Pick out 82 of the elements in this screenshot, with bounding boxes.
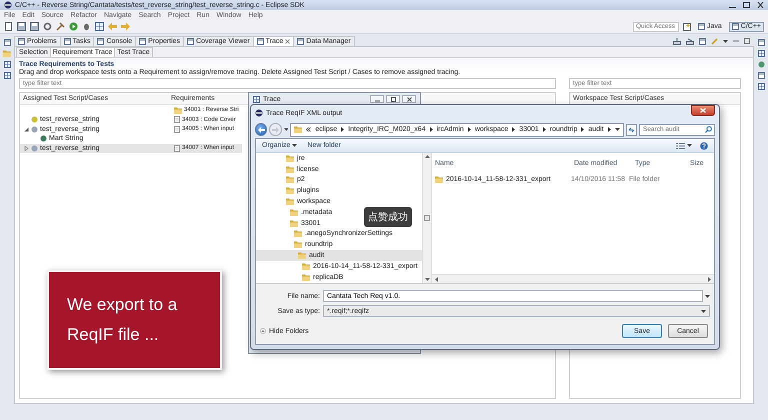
help-icon[interactable] <box>700 142 708 150</box>
import-icon[interactable] <box>686 38 694 44</box>
restore-icon <box>758 39 764 46</box>
circle-icon <box>758 61 764 68</box>
like-toast: 点赞成功 <box>364 207 412 227</box>
arrow-right-icon <box>708 276 711 282</box>
perspective-icon <box>698 23 705 30</box>
arrow-up-icon <box>424 155 430 158</box>
folder-icon <box>286 166 294 173</box>
arrow-right-icon <box>272 126 279 132</box>
caret-icon[interactable] <box>723 40 728 42</box>
chevron-icon <box>542 127 546 132</box>
caret-icon[interactable] <box>701 310 706 312</box>
chevron-icon <box>430 127 433 132</box>
caret-icon <box>687 144 692 147</box>
grid-icon <box>758 83 764 90</box>
restore-icon <box>4 39 10 46</box>
perspective-icon <box>732 23 739 30</box>
folder-icon <box>302 262 310 270</box>
chevron-icon <box>468 127 471 132</box>
search-icon <box>704 126 712 133</box>
folder-icon <box>286 187 294 194</box>
hammer-icon[interactable] <box>56 22 65 31</box>
folder-icon <box>298 252 306 260</box>
grid-icon <box>253 96 260 102</box>
close-icon[interactable] <box>285 39 290 44</box>
folder-icon <box>294 241 302 248</box>
close-button[interactable] <box>402 95 416 103</box>
close-icon <box>406 96 412 102</box>
folder-icon <box>286 176 294 184</box>
floppy-icon[interactable] <box>30 22 39 31</box>
back-button[interactable] <box>255 123 268 136</box>
scrollbar[interactable] <box>422 153 432 283</box>
folder-icon <box>290 208 298 216</box>
scroll-thumb-icon <box>424 215 430 221</box>
folder-icon <box>302 274 310 281</box>
view-options-button[interactable] <box>676 142 692 148</box>
restore-icon <box>758 72 764 79</box>
grid-icon <box>4 61 10 68</box>
folder-icon <box>294 126 302 133</box>
caret-icon[interactable] <box>705 294 710 298</box>
collapse-icon <box>260 328 266 334</box>
grid-icon[interactable] <box>95 22 104 31</box>
play-icon[interactable] <box>69 22 78 31</box>
floppy-icon[interactable] <box>17 22 26 31</box>
folder-icon <box>174 106 182 114</box>
folder-icon <box>435 176 443 182</box>
maximize-icon[interactable] <box>743 2 750 8</box>
folder-icon <box>294 230 302 238</box>
refresh-icon <box>628 126 635 132</box>
chevron-icon <box>608 127 611 132</box>
caret-icon <box>292 144 298 147</box>
export-icon[interactable] <box>673 38 681 44</box>
open-perspective-icon[interactable] <box>682 22 691 30</box>
grid-icon <box>4 72 10 79</box>
folder-icon <box>3 50 11 57</box>
maximize-icon <box>390 96 396 102</box>
caption-text: We export to a ReqIF file ... <box>67 294 178 346</box>
arrow-left-icon <box>435 276 438 282</box>
close-icon <box>700 108 706 113</box>
refresh-button[interactable] <box>626 124 637 136</box>
close-icon[interactable] <box>757 2 764 8</box>
caret-icon[interactable] <box>614 128 620 131</box>
caret-icon[interactable] <box>284 128 288 131</box>
minimize-button[interactable] <box>370 95 384 103</box>
maximize-button[interactable] <box>386 95 400 103</box>
arrow-down-icon <box>424 278 430 281</box>
chevron-icon <box>512 127 516 132</box>
chevron-icon <box>341 127 344 132</box>
folder-icon <box>286 198 294 206</box>
app-icon <box>4 1 12 9</box>
folder-icon <box>290 220 298 227</box>
expander-icon[interactable] <box>24 126 28 132</box>
double-chevron-icon[interactable] <box>306 127 312 132</box>
arrow-left-icon <box>258 126 265 132</box>
folder-icon <box>286 154 294 162</box>
close-button[interactable] <box>691 105 715 116</box>
list-view-icon <box>676 142 685 148</box>
scrollbar[interactable] <box>432 274 714 283</box>
grid-icon <box>758 50 764 57</box>
chevron-icon <box>581 127 584 132</box>
app-icon <box>255 109 263 117</box>
